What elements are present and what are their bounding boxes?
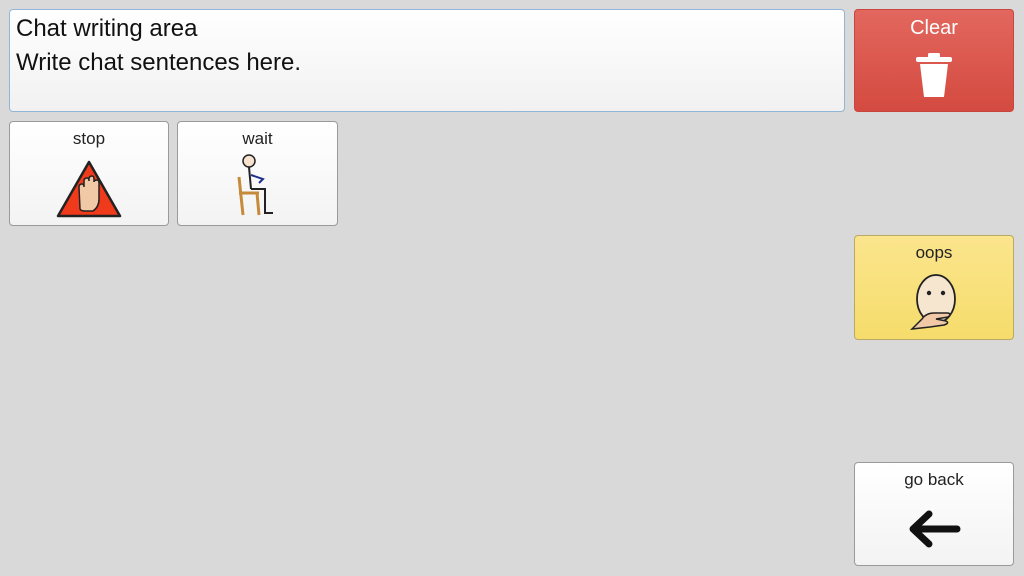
tile-oops[interactable]: oops bbox=[854, 235, 1014, 340]
oops-face-icon bbox=[855, 269, 1013, 333]
chat-title: Chat writing area bbox=[16, 15, 198, 42]
chat-writing-area[interactable]: Chat writing area Write chat sentences h… bbox=[9, 9, 845, 112]
tile-wait-label: wait bbox=[242, 129, 273, 148]
chat-placeholder: Write chat sentences here. bbox=[16, 49, 302, 76]
tile-stop-label: stop bbox=[72, 129, 106, 148]
arrow-left-icon bbox=[855, 509, 1013, 549]
trash-icon bbox=[855, 51, 1013, 99]
app-root: Chat writing area Write chat sentences h… bbox=[0, 0, 1024, 576]
clear-button[interactable]: Clear bbox=[854, 9, 1014, 112]
wait-person-icon bbox=[178, 153, 337, 219]
tile-go-back-label: go back bbox=[904, 470, 964, 489]
stop-hand-icon bbox=[10, 159, 168, 219]
tile-go-back[interactable]: go back bbox=[854, 462, 1014, 566]
tile-wait[interactable]: wait bbox=[177, 121, 338, 226]
clear-label: Clear bbox=[910, 17, 958, 39]
tile-oops-label: oops bbox=[915, 243, 953, 262]
tile-stop[interactable]: stop bbox=[9, 121, 169, 226]
